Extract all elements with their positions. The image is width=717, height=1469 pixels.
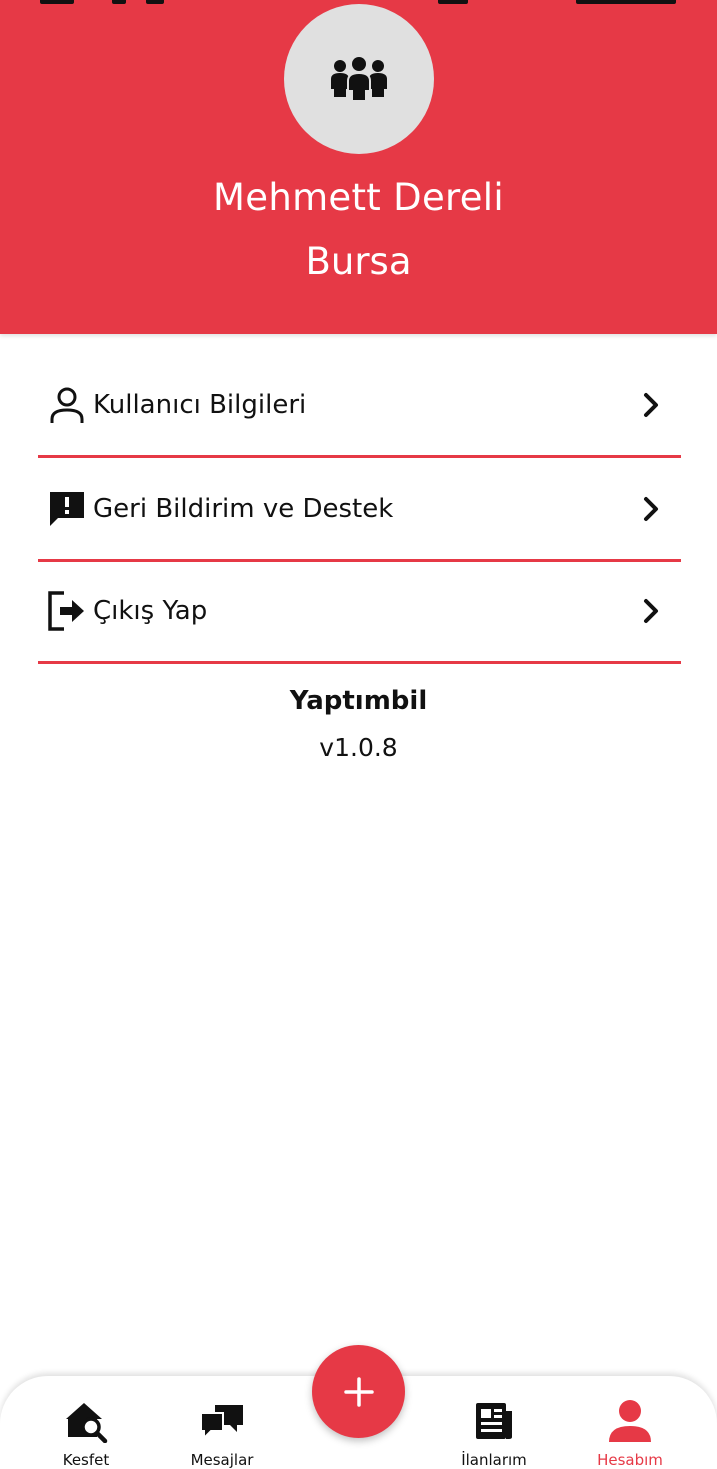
nav-item-hesabim[interactable]: Hesabım bbox=[575, 1376, 685, 1469]
newspaper-icon bbox=[469, 1398, 519, 1444]
nav-item-mesajlar[interactable]: Mesajlar bbox=[167, 1376, 277, 1469]
app-version: v1.0.8 bbox=[319, 733, 398, 762]
chat-icon bbox=[197, 1398, 247, 1444]
status-bar-fragment bbox=[146, 0, 164, 4]
nav-item-kesfet[interactable]: Kesfet bbox=[31, 1376, 141, 1469]
menu-item-label: Çıkış Yap bbox=[93, 595, 208, 626]
menu-item-feedback[interactable]: Geri Bildirim ve Destek bbox=[38, 458, 681, 562]
app-name: Yaptımbil bbox=[289, 686, 428, 716]
nav-label: Mesajlar bbox=[190, 1451, 254, 1469]
user-name: Mehmett Dereli bbox=[213, 176, 504, 219]
profile-header: Mehmett Dereli Bursa bbox=[0, 0, 717, 334]
logout-icon bbox=[46, 590, 88, 632]
home-search-icon bbox=[61, 1398, 111, 1444]
status-bar-fragment bbox=[40, 0, 74, 4]
user-icon bbox=[46, 384, 88, 426]
nav-item-ilanlarim[interactable]: İlanlarım bbox=[439, 1376, 549, 1469]
person-icon bbox=[605, 1398, 655, 1444]
status-bar-fragment bbox=[438, 0, 468, 4]
plus-icon bbox=[343, 1376, 374, 1407]
add-listing-button[interactable] bbox=[312, 1345, 405, 1438]
nav-label: İlanlarım bbox=[461, 1451, 527, 1469]
menu-item-logout[interactable]: Çıkış Yap bbox=[38, 560, 681, 664]
chevron-right-icon bbox=[644, 392, 658, 417]
chevron-right-icon bbox=[644, 496, 658, 521]
menu-item-label: Geri Bildirim ve Destek bbox=[93, 493, 394, 524]
user-city: Bursa bbox=[305, 240, 412, 283]
users-group-icon bbox=[331, 57, 387, 101]
account-page: Mehmett Dereli Bursa Kullanıcı Bilgileri… bbox=[0, 0, 717, 1469]
chevron-right-icon bbox=[644, 598, 658, 623]
menu-item-label: Kullanıcı Bilgileri bbox=[93, 389, 307, 420]
feedback-icon bbox=[46, 488, 88, 530]
avatar[interactable] bbox=[284, 4, 434, 154]
status-bar-fragment bbox=[112, 0, 126, 4]
nav-label: Kesfet bbox=[62, 1451, 110, 1469]
status-bar-fragment bbox=[576, 0, 676, 4]
nav-label: Hesabım bbox=[597, 1451, 663, 1469]
menu-item-user-info[interactable]: Kullanıcı Bilgileri bbox=[38, 354, 681, 458]
